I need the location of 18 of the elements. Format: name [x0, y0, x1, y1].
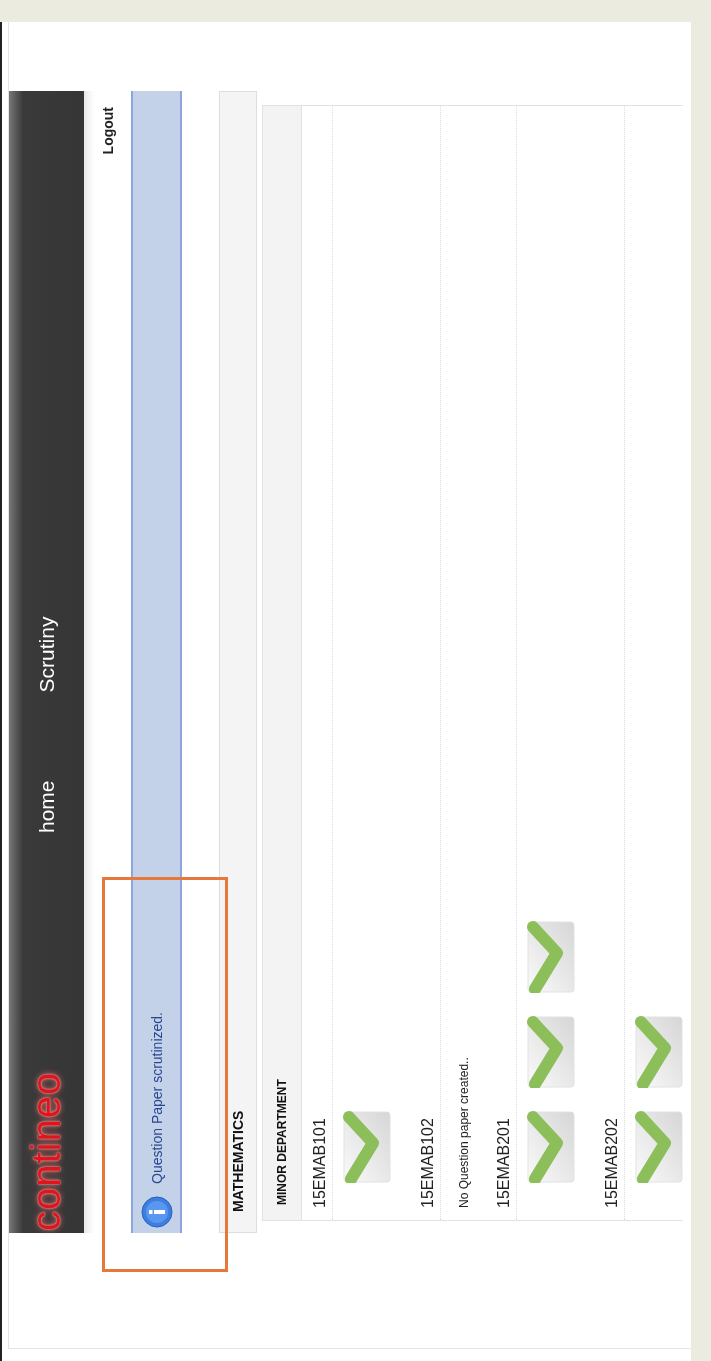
nav-link[interactable]: Scrutiny [34, 616, 59, 693]
document-check-icon[interactable] [635, 1111, 683, 1183]
empty-message: No Question paper created.. [456, 1056, 472, 1210]
document-check-icon[interactable] [635, 1016, 683, 1088]
course-code: 15EMAB201 [481, 106, 517, 1220]
document-check-icon[interactable] [527, 1016, 575, 1088]
department-title: MATHEMATICS [230, 1110, 246, 1212]
document-check-icon[interactable] [527, 921, 575, 993]
document-check-icon[interactable] [527, 1111, 575, 1183]
course-code: 15EMAB202 [589, 106, 625, 1220]
panel-title: MINOR DEPARTMENT [275, 1079, 289, 1205]
info-icon [140, 1196, 173, 1228]
logout-link[interactable]: Logout [99, 107, 116, 155]
course-code: 15EMAB102 [405, 106, 441, 1220]
course-code: 15EMAB101 [302, 106, 333, 1220]
nav-link[interactable]: home [34, 780, 59, 833]
notice-message: Question Paper scrutinized. [148, 1012, 165, 1184]
document-check-icon[interactable] [343, 1111, 391, 1183]
